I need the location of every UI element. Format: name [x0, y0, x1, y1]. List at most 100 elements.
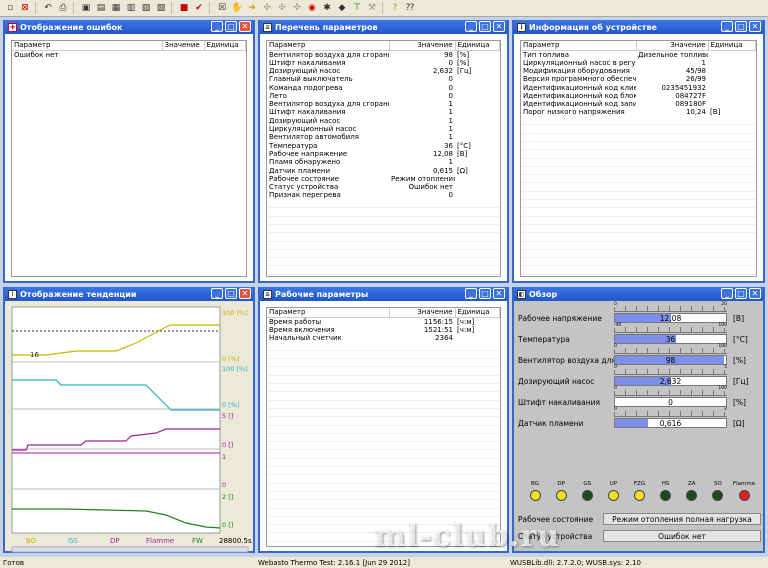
hand-icon[interactable]: ✋	[230, 2, 244, 15]
col-header-param[interactable]: Параметр	[12, 41, 163, 51]
table-row[interactable]: Вентилятор автомобиля 1	[267, 133, 500, 141]
trend-scrollbar[interactable]	[11, 546, 249, 553]
maximize-button[interactable]: □	[225, 21, 237, 32]
minimize-button[interactable]: _	[465, 21, 477, 32]
window-icon[interactable]: ▤	[94, 2, 108, 15]
maximize-button[interactable]: □	[225, 288, 237, 299]
maximize-button[interactable]: □	[479, 288, 491, 299]
close-button[interactable]: ✕	[239, 288, 251, 299]
trend-window-titlebar[interactable]: ⌇ Отображение тенденции _ □ ✕	[5, 287, 253, 301]
arrows-icon[interactable]: ✣	[290, 2, 304, 15]
col-header-value[interactable]: Значение	[636, 41, 709, 51]
axis-label: 0 []	[222, 521, 233, 529]
table-row[interactable]: Тип топлива Дизельное топливо	[521, 50, 756, 59]
table-row[interactable]: Штифт накаливания 1	[267, 108, 500, 116]
col-header-value[interactable]: Значение	[389, 41, 456, 51]
col-header-param[interactable]: Параметр	[267, 308, 390, 318]
table-row[interactable]: Вентилятор воздуха для сгорания...98[%]	[267, 50, 500, 59]
col-header-unit[interactable]: Единица	[455, 308, 500, 318]
new-icon[interactable]: ▫	[3, 2, 17, 15]
table-row[interactable]: Признак перегрева 0	[267, 191, 500, 199]
table-row[interactable]: Модификация оборудования 45/98	[521, 67, 756, 75]
col-header-unit[interactable]: Единица	[455, 41, 500, 51]
table-row[interactable]: Циркуляционный насос 1	[267, 125, 500, 133]
table-row[interactable]: Статус устройства Ошибок нет	[267, 183, 500, 191]
table-row[interactable]: Время работы 1156:15 [ч:м]	[267, 317, 500, 326]
table-row[interactable]: Температура 36 [°C]	[267, 141, 500, 150]
table-row[interactable]: Дозирующий насос 1	[267, 117, 500, 125]
table-row[interactable]: Ошибок нет	[12, 50, 246, 59]
tag-icon[interactable]: ◆	[335, 2, 349, 15]
cancel-icon[interactable]: ☒	[215, 2, 229, 15]
legend-fw: FW	[192, 537, 203, 545]
table-row[interactable]: Версия программного обеспечения26/99	[521, 75, 756, 83]
diagram-icon[interactable]: ⊤	[350, 2, 364, 15]
arrows-icon[interactable]: ✣	[275, 2, 289, 15]
col-header-unit[interactable]: Единица	[204, 41, 246, 51]
table-row[interactable]: Идентификационный код записи д...089180F	[521, 100, 756, 108]
maximize-button[interactable]: □	[479, 21, 491, 32]
table-row[interactable]: Идентификационный код клиента0235451932	[521, 83, 756, 92]
col-header-value[interactable]: Значение	[389, 308, 456, 318]
close-button[interactable]: ✕	[493, 21, 505, 32]
col-header-unit[interactable]: Единица	[708, 41, 756, 51]
stop-icon[interactable]: ■	[177, 2, 191, 15]
errors-window-titlebar[interactable]: ✚ Отображение ошибок _ □ ✕	[5, 20, 253, 34]
overview-window-titlebar[interactable]: ◧ Обзор _ □ ✕	[514, 287, 763, 301]
overview-window: ◧ Обзор _ □ ✕ Рабочее напряжение 0 20 12,08 [В…	[374, 287, 765, 554]
table-row[interactable]: Порог низкого напряжения 10,24 [В]	[521, 108, 756, 116]
close-button[interactable]: ✕	[493, 288, 505, 299]
context-help-icon[interactable]: ⁇	[403, 2, 417, 15]
gauge-scale-min: 0	[614, 386, 617, 391]
minimize-button[interactable]: _	[721, 288, 733, 299]
tools-icon[interactable]: ⚒	[365, 2, 379, 15]
maximize-button[interactable]: □	[735, 288, 747, 299]
forward-icon[interactable]: ➜	[245, 2, 259, 15]
minimize-button[interactable]: _	[211, 21, 223, 32]
info-window-titlebar[interactable]: i Информация об устройстве _ □ ✕	[514, 20, 763, 34]
gauge-value: 98	[665, 356, 676, 365]
table-row[interactable]: Рабочее состояниеРежим отопления ...	[267, 175, 500, 183]
help-icon[interactable]: ?	[388, 2, 402, 15]
table-row[interactable]: Штифт накаливания 0 [%]	[267, 59, 500, 67]
check-icon[interactable]: ✔	[192, 2, 206, 15]
minimize-button[interactable]: _	[721, 21, 733, 32]
close-button[interactable]: ✕	[239, 21, 251, 32]
maximize-button[interactable]: □	[735, 21, 747, 32]
undo-icon[interactable]: ↶	[41, 2, 55, 15]
table-row[interactable]: Главный выключатель 0	[267, 75, 500, 83]
col-header-param[interactable]: Параметр	[521, 41, 637, 51]
table-row[interactable]: Идентификационный код блока у...084727F	[521, 92, 756, 100]
window-icon[interactable]: ▥	[124, 2, 138, 15]
axis-label: 2 []	[222, 493, 233, 501]
print-icon[interactable]: ⎙	[56, 2, 70, 15]
table-row[interactable]: Начальный счетчик 2364	[267, 334, 500, 342]
work-window-titlebar[interactable]: ≡ Рабочие параметры _ □ ✕	[260, 287, 507, 301]
settings-icon[interactable]: ✱	[320, 2, 334, 15]
open-icon[interactable]: ⊠	[18, 2, 32, 15]
params-window-titlebar[interactable]: ≡ Перечень параметров _ □ ✕	[260, 20, 507, 34]
table-row[interactable]: Циркуляционный насос в регулир...1	[521, 59, 756, 67]
close-button[interactable]: ✕	[749, 288, 761, 299]
table-row[interactable]: Пламя обнаружено 1	[267, 158, 500, 166]
window-icon[interactable]: ▦	[109, 2, 123, 15]
col-header-value[interactable]: Значение	[162, 41, 205, 51]
table-row[interactable]: Команда подогрева 0	[267, 83, 500, 92]
col-header-param[interactable]: Параметр	[267, 41, 390, 51]
table-row[interactable]: Дозирующий насос 2,632 [Гц]	[267, 67, 500, 75]
table-row[interactable]: Рабочее напряжение 12,08 [В]	[267, 150, 500, 158]
table-row[interactable]: Вентилятор воздуха для сгорания...1	[267, 100, 500, 108]
gauge-row: Датчик пламени 0 2 0,616 [Ω]	[518, 407, 761, 431]
minimize-button[interactable]: _	[211, 288, 223, 299]
table-row[interactable]: Лето 0	[267, 92, 500, 100]
table-row[interactable]: Время включения 1521:51 [ч:м]	[267, 326, 500, 334]
minimize-button[interactable]: _	[465, 288, 477, 299]
table-row[interactable]: Датчик пламени 0,615 [Ω]	[267, 166, 500, 175]
close-button[interactable]: ✕	[749, 21, 761, 32]
arrows-icon[interactable]: ✣	[260, 2, 274, 15]
gauge-value: 0	[668, 398, 673, 407]
window-icon[interactable]: ▨	[154, 2, 168, 15]
window-icon[interactable]: ▣	[79, 2, 93, 15]
record-icon[interactable]: ◉	[305, 2, 319, 15]
window-icon[interactable]: ▧	[139, 2, 153, 15]
